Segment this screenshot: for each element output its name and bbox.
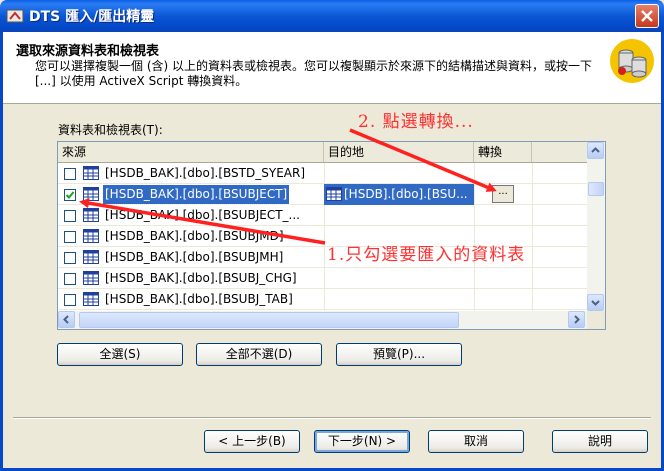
row-checkbox[interactable] [64,231,76,243]
horizontal-scrollbar[interactable] [58,311,587,329]
destination-name[interactable]: [HSDB].[dbo].[BSU... [324,184,474,205]
table-row[interactable]: [HSDB_BAK].[dbo].[BSUBJ_CHG] [58,268,587,289]
list-label: 資料表和檢視表(T): [58,123,163,137]
source-name: [HSDB_BAK].[dbo].[BSUBJMH] [105,250,284,264]
table-icon [83,271,99,285]
wizard-header: 選取來源資料表和檢視表 您可以選擇複製一個 (含) 以上的資料表或檢視表。您可以… [3,32,661,104]
scroll-up-button[interactable] [587,142,604,159]
vertical-scrollbar[interactable] [587,142,605,312]
column-destination[interactable]: 目的地 [324,142,474,162]
database-icon [610,39,654,83]
row-checkbox[interactable] [64,210,76,222]
table-icon [83,208,99,222]
table-icon [326,187,342,201]
scroll-down-button[interactable] [587,294,604,311]
row-checkbox[interactable] [64,273,76,285]
annotation-step1: 1.只勾選要匯入的資料表 [327,245,526,265]
chevron-down-icon [591,300,600,306]
checkmark-icon [65,191,75,199]
table-icon [83,229,99,243]
scroll-right-button[interactable] [568,311,585,328]
column-transform[interactable]: 轉換 [474,142,532,162]
page-description: 您可以選擇複製一個 (含) 以上的資料表或檢視表。您可以複製顯示於來源下的結構描… [35,59,592,88]
help-button[interactable]: 說明 [552,430,648,453]
cancel-button[interactable]: 取消 [428,430,524,453]
source-name: [HSDB_BAK].[dbo].[BSUBJ_TAB] [105,292,293,306]
row-checkbox[interactable] [64,252,76,264]
scroll-left-button[interactable] [58,311,75,328]
window-title: DTS 匯入/匯出精靈 [29,9,155,25]
source-name: [HSDB_BAK].[dbo].[BSUBJECT_... [105,208,300,222]
scroll-thumb[interactable] [79,312,459,328]
table-row[interactable]: [HSDB_BAK].[dbo].[BSUBJECT_... [58,205,587,226]
next-button[interactable]: 下一步(N) > [314,430,410,453]
back-button[interactable]: < 上一步(B) [204,430,300,453]
chevron-right-icon [574,315,580,324]
table-icon [83,166,99,180]
preview-button[interactable]: 預覽(P)... [336,343,462,366]
page-title: 選取來源資料表和檢視表 [16,44,160,59]
row-checkbox[interactable] [64,294,76,306]
chevron-up-icon [591,147,600,153]
row-checkbox-checked[interactable] [64,189,76,201]
source-name: [HSDB_BAK].[dbo].[BSUBJ_CHG] [105,271,297,285]
table-icon [83,292,99,306]
app-icon [6,9,24,23]
deselect-all-button[interactable]: 全部不選(D) [196,343,322,366]
chevron-left-icon [63,315,69,324]
tables-listview[interactable]: 來源 目的地 轉換 [HSDB_BAK].[dbo].[BSTD_SYEAR] … [57,141,606,330]
table-icon [83,187,99,201]
table-row[interactable]: [HSDB_BAK].[dbo].[BSTD_SYEAR] [58,163,587,184]
close-button[interactable] [635,4,659,28]
table-row-selected[interactable]: [HSDB_BAK].[dbo].[BSUBJECT] [HSDB].[dbo]… [58,184,587,205]
table-row[interactable]: [HSDB_BAK].[dbo].[BSUBJ_TAB] [58,289,587,310]
scroll-thumb[interactable] [588,182,604,196]
title-bar: DTS 匯入/匯出精靈 [0,0,664,32]
transform-browse-button[interactable]: ... [492,185,514,203]
footer-separator [13,417,651,419]
row-checkbox[interactable] [64,168,76,180]
scrollbar-corner [587,311,605,329]
close-icon [641,10,653,22]
select-all-button[interactable]: 全選(S) [57,343,183,366]
column-source[interactable]: 來源 [58,142,324,162]
source-name: [HSDB_BAK].[dbo].[BSUBJMD] [105,229,284,243]
source-name: [HSDB_BAK].[dbo].[BSUBJECT] [101,184,291,205]
table-icon [83,250,99,264]
source-name: [HSDB_BAK].[dbo].[BSTD_SYEAR] [105,166,306,180]
annotation-step2: 2. 點選轉換... [358,112,474,132]
list-header: 來源 目的地 轉換 [58,142,587,163]
